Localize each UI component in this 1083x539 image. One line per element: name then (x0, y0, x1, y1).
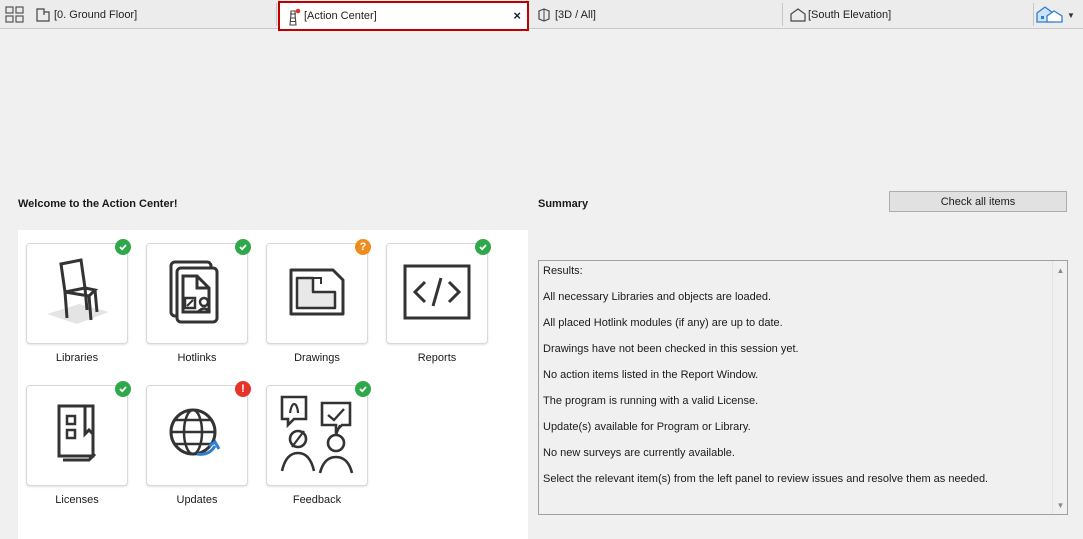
drawing-folder-icon (277, 252, 357, 335)
result-line: All placed Hotlink modules (if any) are … (543, 317, 783, 329)
result-line: Drawings have not been checked in this s… (543, 343, 799, 355)
hotlink-documents-icon (157, 252, 237, 335)
navigator-dropdown[interactable]: ▼ (1035, 4, 1079, 26)
tile-box[interactable] (146, 385, 248, 486)
vertical-scrollbar[interactable]: ▲ ▼ (1052, 261, 1067, 514)
tile-label: Libraries (55, 352, 99, 364)
status-ok-icon (355, 381, 371, 397)
tile-hotlinks[interactable]: Hotlinks (138, 230, 251, 364)
tile-box[interactable] (266, 243, 368, 344)
result-line: Update(s) available for Program or Libra… (543, 421, 751, 433)
tile-libraries[interactable]: Libraries (18, 230, 131, 364)
check-all-items-button[interactable]: Check all items (889, 191, 1067, 212)
license-book-icon (37, 394, 117, 477)
tab-ground-floor[interactable]: [0. Ground Floor] (30, 3, 277, 26)
close-tab-icon[interactable]: × (513, 9, 521, 23)
status-error-icon: ! (235, 381, 251, 397)
result-line: No new surveys are currently available. (543, 447, 735, 459)
tile-drawings[interactable]: ? Drawings (258, 230, 371, 364)
feedback-people-icon (274, 391, 360, 480)
tile-label: Updates (176, 494, 218, 506)
chair-icon (37, 252, 117, 335)
status-ok-icon (115, 381, 131, 397)
page-title: Welcome to the Action Center! (18, 198, 178, 210)
tab-south-elevation[interactable]: [South Elevation] (784, 3, 1034, 26)
tile-label: Feedback (292, 494, 342, 506)
status-ok-icon (235, 239, 251, 255)
result-line: The program is running with a valid Lice… (543, 395, 759, 407)
tab-label: [3D / All] (555, 8, 596, 21)
tiles-panel: Libraries Hotlinks ? Drawings Reports Li… (18, 230, 528, 539)
scroll-down-icon[interactable]: ▼ (1053, 498, 1068, 512)
status-ok-icon (475, 239, 491, 255)
result-line: Select the relevant item(s) from the lef… (543, 473, 989, 485)
result-line: No action items listed in the Report Win… (543, 369, 759, 381)
tile-box[interactable] (26, 243, 128, 344)
tab-label: [Action Center] (304, 10, 377, 22)
code-brackets-icon (397, 252, 477, 335)
tab-action-center[interactable]: [Action Center] × (278, 1, 529, 31)
tab-label: [South Elevation] (808, 8, 892, 21)
tile-updates[interactable]: ! Updates (138, 372, 251, 506)
tile-label: Drawings (294, 352, 340, 364)
floor-plan-icon (35, 7, 51, 23)
tile-label: Hotlinks (177, 352, 217, 364)
globe-update-icon (157, 394, 237, 477)
tile-licenses[interactable]: Licenses (18, 372, 131, 506)
scroll-up-icon[interactable]: ▲ (1053, 263, 1068, 277)
results-heading: Results: (543, 265, 583, 277)
elevation-house-icon (789, 7, 806, 23)
tile-box[interactable] (266, 385, 368, 486)
tile-label: Reports (417, 352, 457, 364)
tile-box[interactable] (146, 243, 248, 344)
status-ok-icon (115, 239, 131, 255)
tab-label: [0. Ground Floor] (54, 8, 138, 21)
lighthouse-icon (285, 8, 301, 26)
tile-box[interactable] (386, 243, 488, 344)
result-line: All necessary Libraries and objects are … (543, 291, 772, 303)
status-warning-icon: ? (355, 239, 371, 255)
tab-3d-all[interactable]: [3D / All] (531, 3, 783, 26)
tile-feedback[interactable]: Feedback (258, 372, 371, 506)
results-list[interactable]: Results: All necessary Libraries and obj… (538, 260, 1068, 515)
tile-label: Licenses (55, 494, 99, 506)
3d-box-icon (536, 7, 552, 23)
tab-bar: [0. Ground Floor] [Action Center] × [3D … (0, 0, 1083, 31)
chevron-down-icon: ▼ (1067, 10, 1075, 20)
tile-box[interactable] (26, 385, 128, 486)
tile-reports[interactable]: Reports (378, 230, 491, 364)
house-view-icon (1035, 4, 1065, 27)
grid-view-icon[interactable] (5, 6, 25, 24)
summary-title: Summary (538, 198, 589, 210)
